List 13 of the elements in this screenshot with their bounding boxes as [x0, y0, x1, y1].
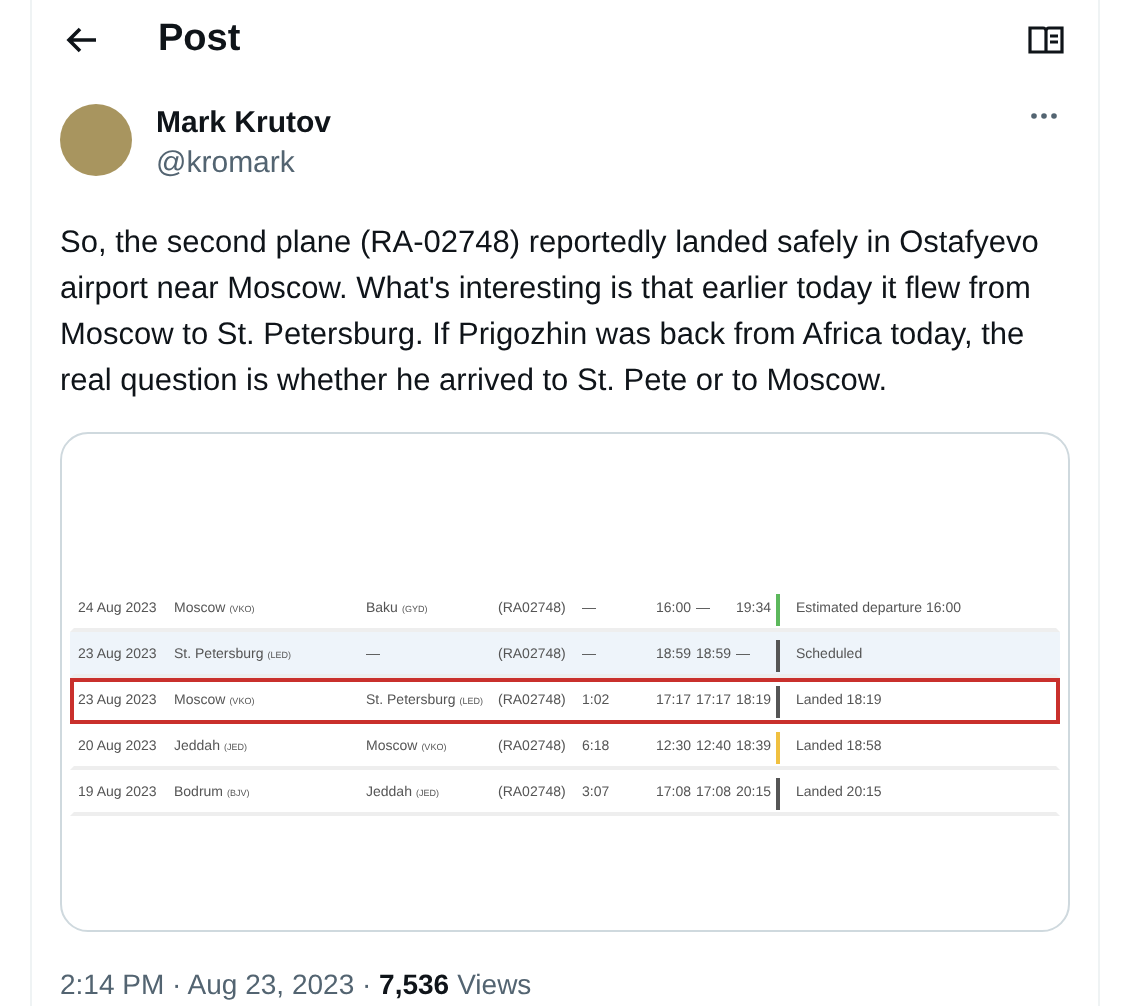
post-text: So, the second plane (RA-02748) reportedly landed safely in Ostafyevo airport near Moscow. What's interesting is that earlier today it flew from Moscow to St. Petersburg. If Prigozhin was back from Africa today, the real question is whether he arrived to St. Pete or to Moscow.: [58, 223, 1041, 402]
reader-button[interactable]: [1028, 25, 1064, 54]
avatar[interactable]: [60, 103, 132, 176]
views-label: Views: [457, 966, 532, 1004]
more-icon: [1030, 111, 1058, 120]
page-title: Post: [158, 15, 241, 64]
book-icon: [1028, 25, 1064, 54]
author-handle[interactable]: @kromark: [156, 143, 332, 184]
back-arrow-icon: [66, 25, 98, 54]
views-count: 7,536: [379, 966, 450, 1004]
more-button[interactable]: [1030, 111, 1058, 120]
author-name[interactable]: Mark Krutov: [156, 103, 332, 144]
post-timestamp[interactable]: 2:14 PM · Aug 23, 2023 ·: [60, 964, 380, 1006]
